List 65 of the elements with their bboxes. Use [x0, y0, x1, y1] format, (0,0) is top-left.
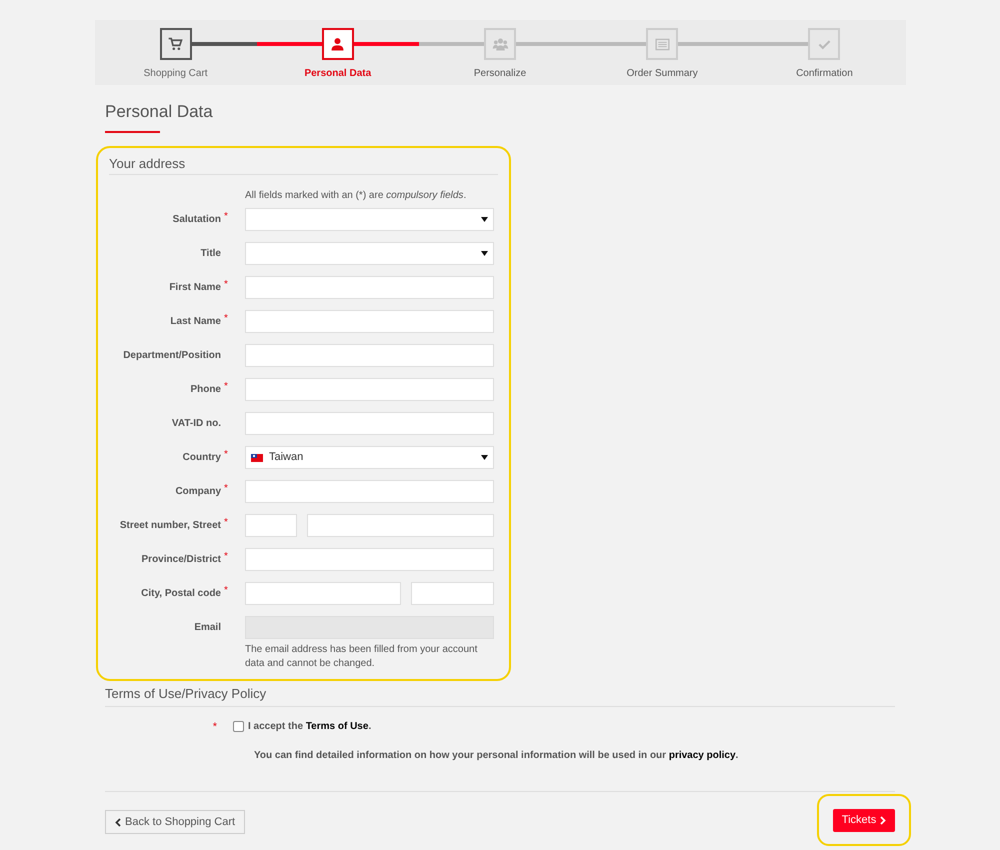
flag-icon [251, 454, 263, 462]
field-label: Province/District [142, 553, 221, 567]
step-label[interactable]: Personal Data [304, 66, 372, 81]
step-label[interactable]: Confirmation [796, 66, 853, 81]
step-button[interactable] [160, 28, 192, 60]
title-underline [105, 130, 160, 132]
field-label: Department/Position [123, 349, 221, 363]
field-label: Title [200, 247, 221, 261]
required-mark: * [224, 516, 229, 530]
input-field[interactable] [245, 412, 494, 435]
dropdown-value: Taiwan [269, 450, 304, 466]
person-icon [329, 36, 346, 52]
field-note: The email address has been filled from your account data and cannot be changed. [245, 643, 478, 671]
chevron-right-icon [880, 816, 886, 824]
dropdown[interactable] [245, 208, 494, 231]
step-label[interactable]: Shopping Cart [144, 66, 208, 81]
privacy-info-text: You can find detailed information on how your personal information will be used in our privacy policy. [254, 749, 740, 763]
back-button[interactable]: Back to Shopping Cart [105, 810, 246, 834]
tickets-button[interactable]: Tickets [832, 808, 896, 832]
input-field[interactable] [245, 310, 494, 333]
field-label: Phone [190, 383, 221, 397]
required-mark: * [224, 278, 229, 292]
step-label[interactable]: Personalize [474, 66, 526, 81]
input-field[interactable] [307, 514, 494, 537]
required-mark: * [224, 482, 229, 496]
field-label: VAT-ID no. [172, 417, 221, 431]
required-mark: * [224, 550, 229, 564]
compulsory-hint: All fields marked with an (*) are compulsory fields. [245, 189, 468, 203]
required-mark: * [224, 584, 229, 598]
field-label: Email [194, 621, 221, 635]
field-label: Last Name [170, 315, 221, 329]
input-field[interactable] [245, 582, 401, 605]
section-title: Terms of Use/Privacy Policy [105, 684, 895, 706]
required-mark: * [212, 720, 217, 734]
required-mark: * [224, 210, 229, 224]
input-field[interactable] [245, 548, 494, 571]
chevron-left-icon [115, 818, 121, 826]
input-field[interactable] [411, 582, 494, 605]
input-field[interactable] [245, 480, 494, 503]
input-field[interactable] [245, 276, 494, 299]
terms-checkbox[interactable] [233, 721, 244, 732]
field-label: First Name [169, 281, 221, 295]
field-label: Street number, Street [120, 519, 221, 533]
section-title: Your address [109, 154, 498, 175]
field-label: Country [182, 451, 221, 465]
field-label: City, Postal code [141, 587, 221, 601]
required-mark: * [224, 380, 229, 394]
input-field[interactable] [245, 514, 297, 537]
required-mark: * [224, 312, 229, 326]
dropdown[interactable] [245, 242, 494, 265]
field-label: Salutation [172, 213, 221, 227]
caret-icon [481, 455, 488, 460]
step-label[interactable]: Order Summary [626, 66, 698, 81]
caret-icon [481, 217, 488, 222]
terms-accept-label[interactable]: I accept the Terms of Use. [248, 719, 372, 734]
page-title: Personal Data [105, 101, 213, 123]
field-label: Company [175, 485, 221, 499]
cart-icon [167, 36, 184, 52]
input-field[interactable] [245, 344, 494, 367]
step-button[interactable] [322, 28, 354, 60]
group-icon [492, 36, 509, 52]
input-field[interactable] [245, 378, 494, 401]
required-mark: * [224, 448, 229, 462]
caret-icon [481, 251, 488, 256]
country-dropdown[interactable]: Taiwan [245, 446, 494, 469]
